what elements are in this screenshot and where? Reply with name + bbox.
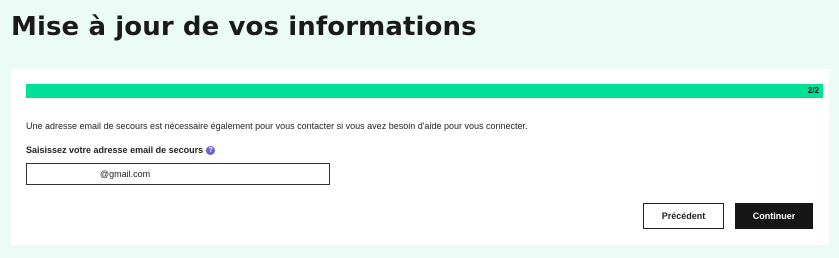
progress-fill [26, 84, 823, 98]
form-card: 2/2 Une adresse email de secours est néc… [11, 69, 829, 245]
info-text: Une adresse email de secours est nécessa… [26, 121, 528, 131]
previous-button[interactable]: Précédent [643, 203, 724, 229]
progress-step-label: 2/2 [807, 86, 819, 95]
continue-button[interactable]: Continuer [735, 203, 813, 229]
email-field-label: Saisissez votre adresse email de secours… [26, 144, 216, 156]
backup-email-input[interactable] [26, 163, 330, 185]
page-title: Mise à jour de vos informations [11, 12, 477, 42]
progress-bar: 2/2 [26, 84, 823, 98]
email-field-label-text: Saisissez votre adresse email de secours [26, 145, 204, 155]
question-circle-icon[interactable]: ? [206, 145, 216, 155]
